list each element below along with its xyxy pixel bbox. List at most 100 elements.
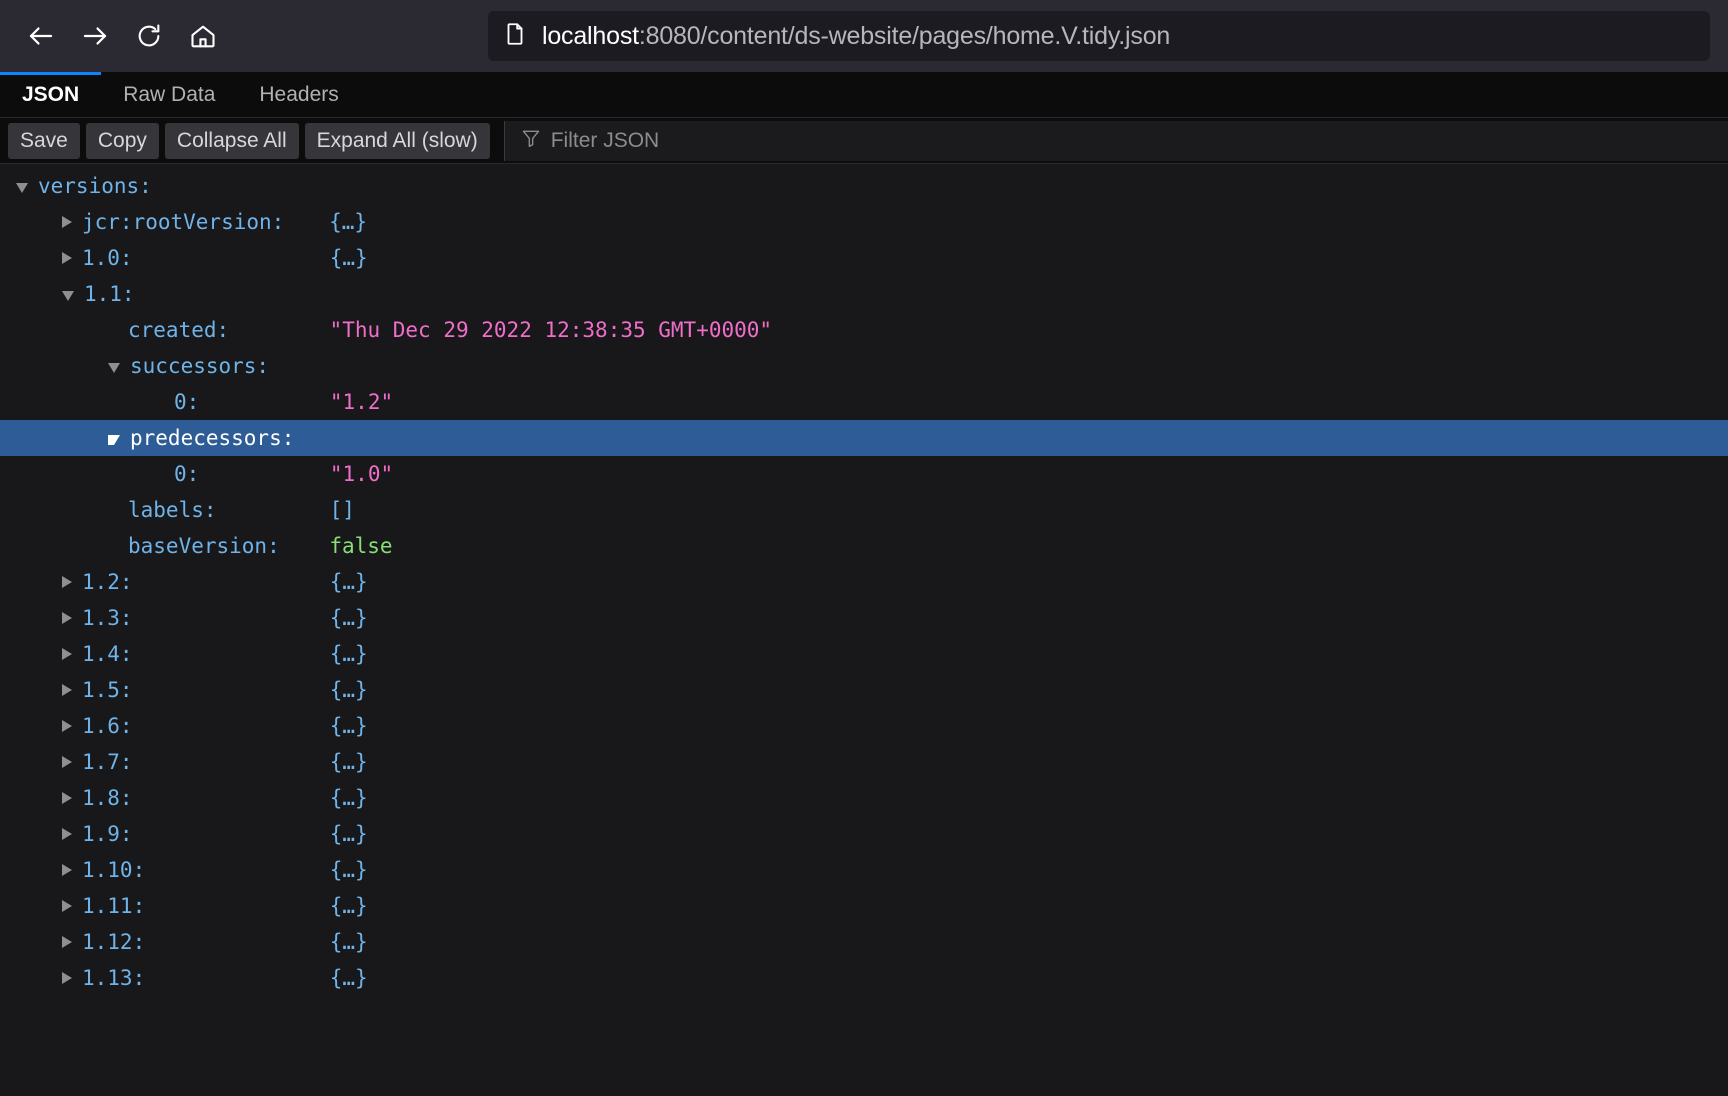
json-row[interactable]: 1.9: {…} xyxy=(0,816,1728,852)
json-value: [] xyxy=(329,498,355,522)
json-row[interactable]: 1.10: {…} xyxy=(0,852,1728,888)
url-bar[interactable]: localhost:8080/content/ds-website/pages/… xyxy=(488,11,1710,61)
save-button[interactable]: Save xyxy=(8,122,80,159)
url-host: localhost xyxy=(542,21,639,50)
json-row[interactable]: 1.8: {…} xyxy=(0,780,1728,816)
json-value: {…} xyxy=(329,246,368,270)
home-button[interactable] xyxy=(180,13,226,59)
json-key: baseVersion: xyxy=(128,534,280,558)
json-key: 1.8: xyxy=(82,786,133,810)
collapse-triangle-icon[interactable] xyxy=(108,435,120,445)
expand-triangle-icon[interactable] xyxy=(62,972,72,984)
json-key: 1.10: xyxy=(82,858,146,882)
json-row[interactable]: 1.7: {…} xyxy=(0,744,1728,780)
json-key: 1.1: xyxy=(84,282,135,306)
json-row[interactable]: 1.0: {…} xyxy=(0,240,1728,276)
expand-triangle-icon[interactable] xyxy=(62,684,72,696)
json-value: {…} xyxy=(329,678,368,702)
expand-triangle-icon[interactable] xyxy=(62,936,72,948)
tab-raw-data-label: Raw Data xyxy=(123,82,216,106)
json-value: "Thu Dec 29 2022 12:38:35 GMT+0000" xyxy=(329,318,773,342)
tab-json[interactable]: JSON xyxy=(0,72,102,117)
json-key: 1.9: xyxy=(82,822,133,846)
json-value: "1.2" xyxy=(329,390,394,414)
json-key: created: xyxy=(128,318,230,342)
json-value: {…} xyxy=(329,570,368,594)
expand-all-button[interactable]: Expand All (slow) xyxy=(304,122,490,159)
reload-icon xyxy=(135,22,163,50)
collapse-triangle-icon[interactable] xyxy=(16,183,28,193)
expand-triangle-icon[interactable] xyxy=(62,828,72,840)
json-value: {…} xyxy=(329,642,368,666)
json-row[interactable]: 1.4: {…} xyxy=(0,636,1728,672)
json-row[interactable]: 1.12: {…} xyxy=(0,924,1728,960)
json-row[interactable]: 0: "1.0" xyxy=(0,456,1728,492)
json-key: versions: xyxy=(38,174,152,198)
json-value: false xyxy=(329,534,393,558)
json-row[interactable]: 1.5: {…} xyxy=(0,672,1728,708)
reload-button[interactable] xyxy=(126,13,172,59)
tab-raw-data[interactable]: Raw Data xyxy=(101,72,237,117)
filter-json-input[interactable] xyxy=(550,128,1712,153)
json-row[interactable]: 1.2: {…} xyxy=(0,564,1728,600)
json-value: {…} xyxy=(329,606,368,630)
json-value: {…} xyxy=(329,894,368,918)
json-row[interactable]: 1.13: {…} xyxy=(0,960,1728,996)
json-value: {…} xyxy=(329,966,368,990)
json-row[interactable]: 1.1: xyxy=(0,276,1728,312)
expand-triangle-icon[interactable] xyxy=(62,252,72,264)
json-value: "1.0" xyxy=(329,462,394,486)
json-row[interactable]: successors: xyxy=(0,348,1728,384)
json-value: {…} xyxy=(329,210,368,234)
expand-triangle-icon[interactable] xyxy=(62,648,72,660)
json-row[interactable]: 0: "1.2" xyxy=(0,384,1728,420)
filter-json-field[interactable] xyxy=(503,120,1728,161)
expand-triangle-icon[interactable] xyxy=(62,720,72,732)
expand-triangle-icon[interactable] xyxy=(62,216,72,228)
json-value: {…} xyxy=(329,714,368,738)
json-key: successors: xyxy=(130,354,270,378)
tab-headers[interactable]: Headers xyxy=(237,72,360,117)
collapse-triangle-icon[interactable] xyxy=(108,363,120,373)
json-key: 0: xyxy=(174,390,200,414)
browser-chrome: localhost:8080/content/ds-website/pages/… xyxy=(0,0,1728,72)
json-row[interactable]: created: "Thu Dec 29 2022 12:38:35 GMT+00… xyxy=(0,312,1728,348)
funnel-icon xyxy=(521,128,541,153)
json-key: 1.0: xyxy=(82,246,133,270)
json-key: labels: xyxy=(128,498,217,522)
expand-triangle-icon[interactable] xyxy=(62,792,72,804)
json-key: jcr:rootVersion: xyxy=(82,210,285,234)
json-row[interactable]: 1.3: {…} xyxy=(0,600,1728,636)
arrow-left-icon xyxy=(26,21,56,51)
json-key: 1.5: xyxy=(82,678,133,702)
back-button[interactable] xyxy=(18,13,64,59)
expand-triangle-icon[interactable] xyxy=(62,756,72,768)
json-value: {…} xyxy=(329,786,368,810)
expand-triangle-icon[interactable] xyxy=(62,864,72,876)
expand-triangle-icon[interactable] xyxy=(62,612,72,624)
expand-triangle-icon[interactable] xyxy=(62,576,72,588)
json-row[interactable]: versions: xyxy=(0,168,1728,204)
json-row[interactable]: 1.6: {…} xyxy=(0,708,1728,744)
json-key: 1.12: xyxy=(82,930,146,954)
json-row[interactable]: jcr:rootVersion: {…} xyxy=(0,204,1728,240)
json-tree[interactable]: versions: jcr:rootVersion: {…} 1.0: {…} 1.1: c… xyxy=(0,164,1728,1096)
forward-button[interactable] xyxy=(72,13,118,59)
json-key: 1.11: xyxy=(82,894,146,918)
arrow-right-icon xyxy=(80,21,110,51)
navigation-buttons xyxy=(18,13,226,59)
json-value: {…} xyxy=(329,822,368,846)
url-text: localhost:8080/content/ds-website/pages/… xyxy=(542,22,1170,51)
json-key: 0: xyxy=(174,462,200,486)
json-row[interactable]: predecessors: xyxy=(0,420,1728,456)
expand-triangle-icon[interactable] xyxy=(62,900,72,912)
json-row[interactable]: 1.11: {…} xyxy=(0,888,1728,924)
tab-headers-label: Headers xyxy=(259,82,339,106)
collapse-triangle-icon[interactable] xyxy=(62,291,74,301)
url-path: :8080/content/ds-website/pages/home.V.ti… xyxy=(638,21,1171,50)
json-row[interactable]: labels: [] xyxy=(0,492,1728,528)
json-row[interactable]: baseVersion: false xyxy=(0,528,1728,564)
json-key: predecessors: xyxy=(130,426,295,450)
collapse-all-button[interactable]: Collapse All xyxy=(164,122,299,159)
copy-button[interactable]: Copy xyxy=(85,122,159,159)
